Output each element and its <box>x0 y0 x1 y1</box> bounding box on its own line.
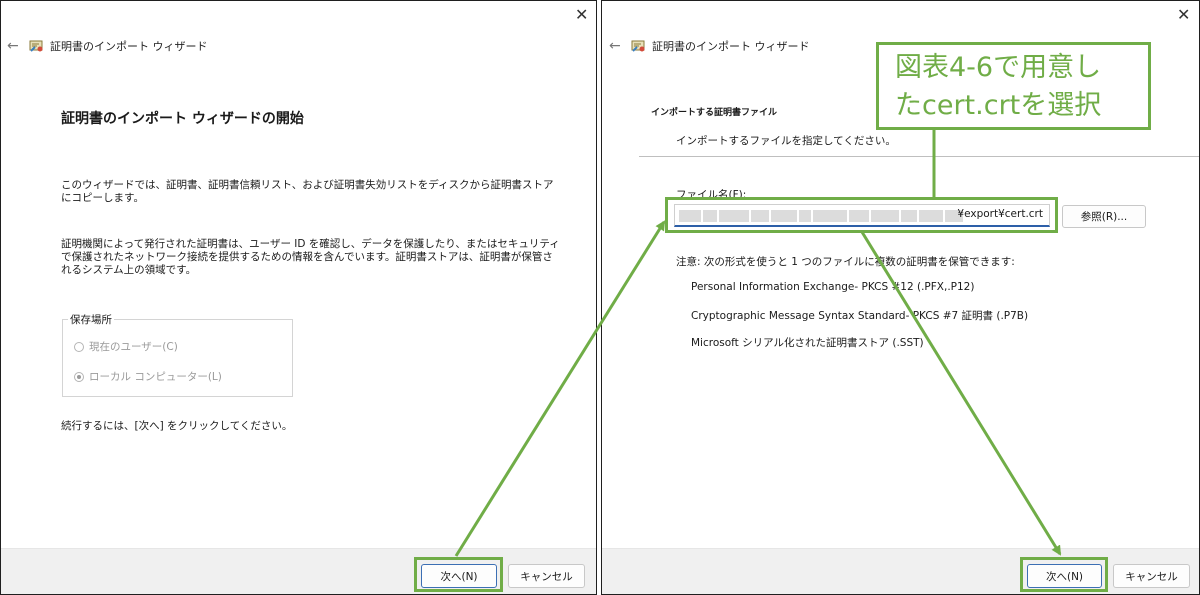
description-paragraph: 証明機関によって発行された証明書は、ユーザー ID を確認し、データを保護したり… <box>61 238 560 276</box>
radio-label: ローカル コンピューター(L) <box>89 371 222 383</box>
format-item: Microsoft シリアル化された証明書ストア (.SST) <box>691 337 924 349</box>
page-heading: 証明書のインポート ウィザードの開始 <box>61 111 304 127</box>
continue-instruction: 続行するには、[次へ] をクリックしてください。 <box>61 420 293 432</box>
close-icon[interactable]: ✕ <box>1177 7 1190 23</box>
section-description: インポートするファイルを指定してください。 <box>676 135 896 147</box>
window-title: 証明書のインポート ウィザード <box>50 40 208 53</box>
callout-line-1: 図表4-6で用意し <box>895 52 1102 83</box>
window-titlebar: ← 証明書のインポート ウィザード <box>7 35 208 57</box>
radio-button-checked[interactable] <box>74 371 84 382</box>
radio-current-user[interactable]: 現在のユーザー(C) <box>74 339 178 354</box>
radio-button[interactable] <box>74 341 84 352</box>
next-button-highlight <box>1020 557 1108 592</box>
certificate-icon <box>631 39 646 53</box>
store-location-label: 保存場所 <box>68 312 114 327</box>
format-item: Cryptographic Message Syntax Standard- P… <box>691 310 1029 322</box>
back-arrow-icon[interactable]: ← <box>609 38 631 54</box>
header-divider <box>639 156 1199 157</box>
certificate-icon <box>29 39 44 53</box>
back-arrow-icon[interactable]: ← <box>7 38 29 54</box>
cancel-button[interactable]: キャンセル <box>508 564 585 588</box>
radio-local-machine[interactable]: ローカル コンピューター(L) <box>74 369 222 384</box>
format-note: 注意: 次の形式を使うと 1 つのファイルに複数の証明書を保管できます: <box>676 256 1015 268</box>
annotation-callout: 図表4-6で用意し たcert.crtを選択 <box>876 42 1151 130</box>
import-wizard-window-start: ✕ ← 証明書のインポート ウィザード 証明書のインポート ウィザードの開始 こ… <box>0 0 597 595</box>
format-item: Personal Information Exchange- PKCS #12 … <box>691 281 975 293</box>
browse-button[interactable]: 参照(R)... <box>1062 205 1146 228</box>
radio-label: 現在のユーザー(C) <box>89 341 178 353</box>
intro-paragraph: このウィザードでは、証明書、証明書信頼リスト、および証明書失効リストをディスクか… <box>61 179 554 204</box>
store-location-group: 保存場所 現在のユーザー(C) ローカル コンピューター(L) <box>62 312 293 397</box>
close-icon[interactable]: ✕ <box>575 7 588 23</box>
window-titlebar: ← 証明書のインポート ウィザード <box>609 35 810 57</box>
wizard-footer <box>1 548 596 594</box>
filename-highlight <box>665 197 1058 233</box>
cancel-button[interactable]: キャンセル <box>1113 564 1190 588</box>
section-title: インポートする証明書ファイル <box>651 108 778 118</box>
next-button-highlight <box>414 557 503 592</box>
window-title: 証明書のインポート ウィザード <box>652 40 810 53</box>
callout-line-2: たcert.crtを選択 <box>895 90 1102 121</box>
wizard-footer <box>602 548 1199 594</box>
